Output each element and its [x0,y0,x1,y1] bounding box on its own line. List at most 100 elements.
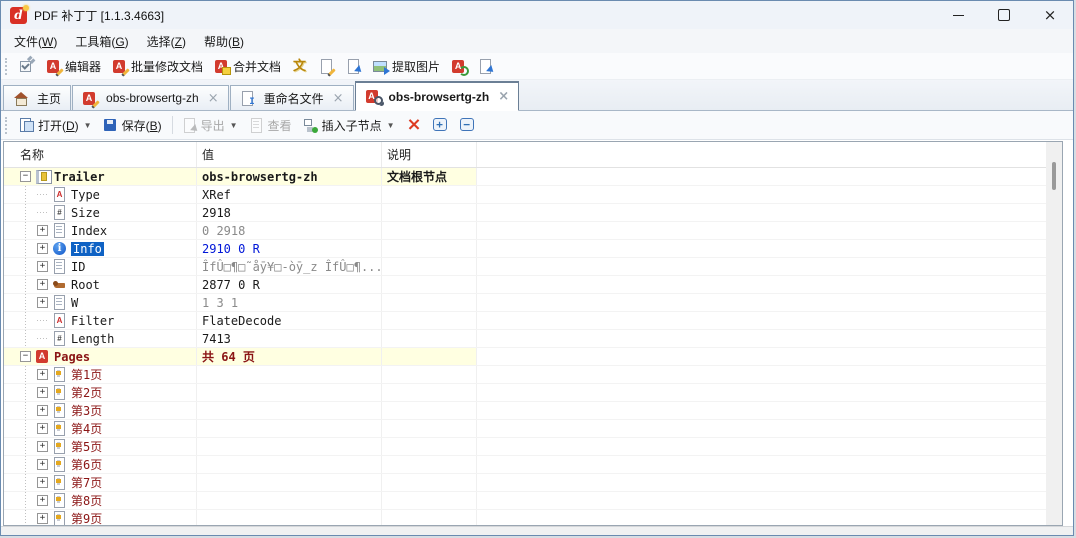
expand-toggle[interactable]: + [37,495,48,506]
tab-主页[interactable]: 主页 [3,85,71,110]
expand-toggle[interactable]: + [37,387,48,398]
tree-row-Length[interactable]: Length7413 [4,330,1062,348]
tab-obs-browsertg-zh[interactable]: obs-browsertg-zh × [72,85,229,110]
pdf-batch-button[interactable]: 批量修改文档 [107,55,208,78]
window-controls: × [935,1,1073,29]
expand-toggle[interactable]: + [37,441,48,452]
collapse-toggle[interactable]: − [20,171,31,182]
menu-item[interactable]: 文件(W) [5,30,66,53]
maximize-button[interactable] [981,1,1027,29]
title-bar: PDF 补丁丁 [1.1.3.4663] × [1,1,1073,29]
tree-row-第8页[interactable]: +第8页 [4,492,1062,510]
expand-toggle[interactable]: + [37,261,48,272]
tab-重命名文件[interactable]: 重命名文件× [230,85,354,110]
tree-row-第4页[interactable]: +第4页 [4,420,1062,438]
save-button[interactable]: 保存(B) [98,114,167,137]
menu-item[interactable]: 工具箱(G) [66,30,137,53]
doc-export-button[interactable] [473,56,499,77]
tree-row-第7页[interactable]: +第7页 [4,474,1062,492]
node-description [382,474,477,491]
expand-toggle[interactable]: + [37,297,48,308]
name-cell: Size [4,204,197,221]
tree-row-第6页[interactable]: +第6页 [4,456,1062,474]
expand-toggle[interactable]: + [37,243,48,254]
tree-row-W[interactable]: +W1 3 1 [4,294,1062,312]
tab-close-icon[interactable]: × [498,90,509,103]
tree-row-Root[interactable]: +Root2877 0 R [4,276,1062,294]
tree-row-Trailer[interactable]: −Trailerobs-browsertg-zh文档根节点 [4,168,1062,186]
doc-edit-button[interactable] [314,56,340,77]
tree-row-第2页[interactable]: +第2页 [4,384,1062,402]
menu-item[interactable]: 帮助(B) [195,30,253,53]
column-header-desc[interactable]: 说明 [382,142,477,167]
list-doc-icon [52,295,68,310]
minimize-button[interactable] [935,1,981,29]
expand-toggle[interactable]: + [37,513,48,524]
tab-label: 主页 [37,90,61,107]
tab-close-icon[interactable]: × [333,92,344,105]
tree-row-第5页[interactable]: + 第5页 [4,438,1062,456]
panel-toggle-icon [19,59,35,74]
view-button[interactable]: 查看 [244,114,297,137]
expand-toggle[interactable]: + [37,369,48,380]
pdf-merge-button[interactable]: 合并文档 [209,55,286,78]
node-name: 第5页 [71,438,102,455]
vertical-scrollbar[interactable] [1046,142,1062,525]
doc-import-button[interactable] [341,56,367,77]
open-label: 打开(D) [38,117,79,134]
tab-obs-browsertg-zh[interactable]: obs-browsertg-zh × [355,81,520,111]
pdf-edit-button[interactable]: 编辑器 [41,55,106,78]
menu-item[interactable]: 选择(Z) [138,30,195,53]
expand-all-button[interactable] [428,115,454,136]
column-header-value[interactable]: 值 [197,142,382,167]
pdf-edit-icon [82,91,98,106]
expand-toggle[interactable]: + [37,405,48,416]
tree-row-第9页[interactable]: +第9页 [4,510,1062,525]
tree-connector [20,438,37,455]
name-cell: Length [4,330,197,347]
node-description [382,258,477,275]
collapse-toggle[interactable]: − [20,351,31,362]
toolbar-grip[interactable] [5,58,10,75]
tree-row-Index[interactable]: +Index0 2918 [4,222,1062,240]
row-filler [477,366,1062,383]
column-header-name[interactable]: 名称 [4,142,197,167]
delete-node-button[interactable] [401,115,427,136]
info-icon [52,241,68,256]
expand-toggle[interactable]: + [37,279,48,290]
extract-image-button[interactable]: 提取图片 [368,55,445,78]
tree-row-Size[interactable]: Size2918 [4,204,1062,222]
node-description [382,510,477,525]
status-bar [1,526,1073,535]
panel-toggle-button[interactable] [14,56,40,77]
tree-row-Info[interactable]: +Info2910 0 R [4,240,1062,258]
scrollbar-thumb[interactable] [1052,162,1056,190]
expand-toggle[interactable]: + [37,477,48,488]
document-toolbar: 打开(D) ▼ 保存(B) 导出 ▼ 查看 插入子节点 ▼ [1,111,1073,140]
node-description [382,402,477,419]
expand-toggle[interactable]: + [37,459,48,470]
tree-row-Pages[interactable]: −Pages共 64 页 [4,348,1062,366]
expand-toggle[interactable]: + [37,225,48,236]
collapse-all-button[interactable] [455,115,481,136]
tree-row-Type[interactable]: TypeXRef [4,186,1062,204]
tree-row-第3页[interactable]: +第3页 [4,402,1062,420]
toolbar-grip[interactable] [5,117,10,134]
tree-row-第1页[interactable]: +第1页 [4,366,1062,384]
close-button[interactable]: × [1027,1,1073,29]
expand-toggle[interactable]: + [37,423,48,434]
export-button[interactable]: 导出 ▼ [177,114,243,137]
tab-label: obs-browsertg-zh [106,91,199,105]
tab-label: obs-browsertg-zh [389,90,490,104]
tree-branch-line [37,333,48,344]
insert-child-node-button[interactable]: 插入子节点 ▼ [298,114,400,137]
pdf-convert-button[interactable] [446,56,472,77]
tab-close-icon[interactable]: × [208,92,219,105]
doc-info-button[interactable] [287,56,313,77]
row-filler [477,294,1062,311]
collapse-all-icon [460,118,476,133]
open-button[interactable]: 打开(D) ▼ [14,114,97,137]
tree-row-Filter[interactable]: FilterFlateDecode [4,312,1062,330]
tree-row-ID[interactable]: +IDÎfÛ□¶□˜åȳ¥□-òȳ_z ÎfÛ□¶... [4,258,1062,276]
page-icon [52,421,68,436]
